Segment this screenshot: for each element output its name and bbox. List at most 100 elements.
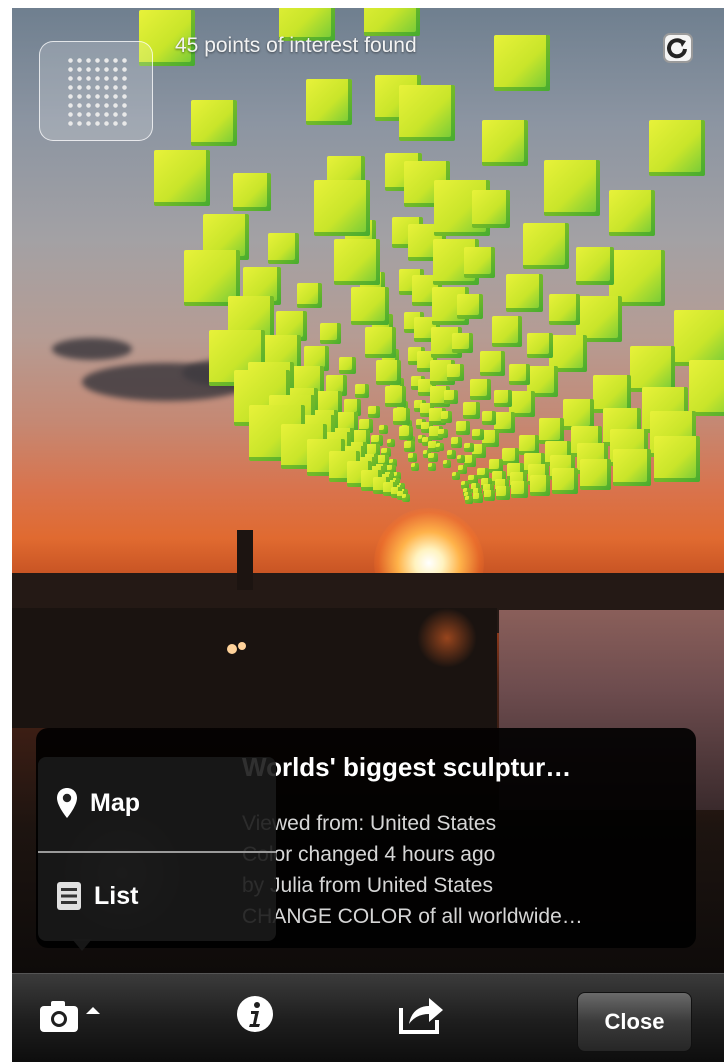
ar-cube[interactable] [411, 462, 420, 471]
ar-cube[interactable] [364, 327, 396, 359]
ar-cube[interactable] [674, 310, 724, 366]
ar-cube[interactable] [320, 323, 341, 345]
ar-cube[interactable] [549, 294, 581, 325]
ar-cube[interactable] [398, 426, 413, 441]
ar-cube[interactable] [446, 449, 456, 460]
poi-count-label: 45 points of interest found [175, 34, 417, 57]
ar-cube[interactable] [190, 99, 237, 146]
ar-cube[interactable] [456, 421, 471, 436]
ar-cube[interactable] [408, 453, 418, 463]
poi-author: by Julia from United States [242, 874, 493, 897]
ar-cube[interactable] [296, 282, 323, 309]
ar-cube[interactable] [378, 424, 389, 434]
ar-cube[interactable] [544, 160, 600, 216]
ar-cube[interactable] [355, 383, 370, 398]
ar-cube[interactable] [464, 442, 474, 453]
ar-cube[interactable] [375, 359, 402, 386]
cloud [52, 338, 132, 360]
ar-cube[interactable] [494, 390, 512, 408]
ar-cube[interactable] [443, 390, 458, 405]
list-menu-item[interactable]: List [56, 881, 138, 911]
ar-cube[interactable] [470, 378, 492, 400]
share-button[interactable] [397, 992, 445, 1041]
lens-flare [417, 608, 477, 668]
ar-cube[interactable] [399, 85, 455, 141]
ar-cube[interactable] [576, 247, 614, 285]
ar-cube[interactable] [529, 475, 551, 497]
ar-cube[interactable] [442, 460, 451, 469]
map-label: Map [90, 788, 140, 817]
ar-cube[interactable] [392, 408, 410, 426]
map-pin-icon [57, 788, 77, 818]
close-button[interactable]: Close [577, 992, 692, 1052]
ar-cube[interactable] [305, 79, 352, 126]
ar-cube[interactable] [511, 481, 529, 499]
ar-cube[interactable] [385, 386, 406, 408]
list-label: List [94, 881, 139, 910]
ar-cube[interactable] [368, 406, 380, 418]
ar-cube[interactable] [314, 180, 370, 236]
popover-arrow [72, 939, 92, 951]
ar-cube[interactable] [593, 374, 631, 413]
ar-cube[interactable] [440, 411, 453, 423]
radar-dots-icon [66, 56, 128, 126]
ar-cube[interactable] [538, 418, 564, 444]
ar-cube[interactable] [428, 453, 438, 463]
ar-cube[interactable] [427, 462, 436, 471]
ar-cube[interactable] [629, 345, 676, 392]
ar-cube[interactable] [496, 486, 510, 501]
bottom-toolbar: Close [12, 973, 724, 1062]
ar-cube[interactable] [649, 120, 705, 176]
ar-cube[interactable] [438, 428, 448, 439]
ar-cube[interactable] [463, 247, 495, 279]
map-menu-item[interactable]: Map [56, 787, 140, 819]
ar-cube[interactable] [451, 332, 473, 354]
camera-button[interactable] [38, 996, 104, 1041]
ar-cube[interactable] [494, 35, 550, 91]
ar-cube[interactable] [479, 350, 506, 376]
ar-cube[interactable] [402, 493, 411, 502]
info-button[interactable] [235, 994, 275, 1039]
ar-cube[interactable] [464, 495, 473, 504]
ar-cube[interactable] [563, 398, 595, 430]
tower [237, 530, 253, 590]
ar-cube[interactable] [233, 173, 271, 211]
ar-cube[interactable] [457, 294, 483, 320]
refresh-button[interactable] [663, 33, 693, 63]
ar-cube[interactable] [472, 189, 510, 228]
list-icon [57, 882, 81, 910]
ar-cube[interactable] [457, 454, 466, 463]
ar-cube[interactable] [522, 222, 569, 269]
ar-cube[interactable] [450, 436, 463, 449]
ar-cube[interactable] [364, 8, 420, 36]
ar-cube[interactable] [473, 493, 483, 503]
ar-cube[interactable] [339, 356, 357, 374]
ar-cube[interactable] [481, 120, 528, 167]
ar-cube[interactable] [491, 316, 523, 347]
ar-cube[interactable] [527, 332, 553, 358]
radar-button[interactable] [39, 41, 153, 141]
ar-cube[interactable] [509, 364, 531, 385]
ar-cube[interactable] [689, 360, 724, 416]
ar-cube[interactable] [505, 274, 544, 312]
ar-cube[interactable] [552, 468, 578, 494]
ar-cube[interactable] [482, 411, 497, 426]
ar-cube[interactable] [387, 439, 396, 448]
ar-cube[interactable] [472, 428, 484, 441]
ar-cube[interactable] [334, 239, 381, 285]
ar-cube[interactable] [613, 448, 651, 487]
ar-cube[interactable] [403, 440, 416, 453]
ar-cube[interactable] [436, 442, 445, 451]
ar-cube[interactable] [268, 233, 300, 265]
ar-cube[interactable] [579, 459, 611, 491]
ar-cube[interactable] [351, 287, 389, 326]
info-icon [237, 996, 273, 1032]
ar-cube[interactable] [609, 189, 655, 236]
menu-divider [38, 851, 276, 853]
ar-cube[interactable] [154, 150, 210, 206]
ar-cube[interactable] [451, 472, 460, 481]
ar-cube[interactable] [462, 402, 480, 420]
ar-cube[interactable] [654, 435, 701, 482]
ar-cube[interactable] [483, 490, 496, 502]
ar-cube[interactable] [447, 364, 465, 382]
